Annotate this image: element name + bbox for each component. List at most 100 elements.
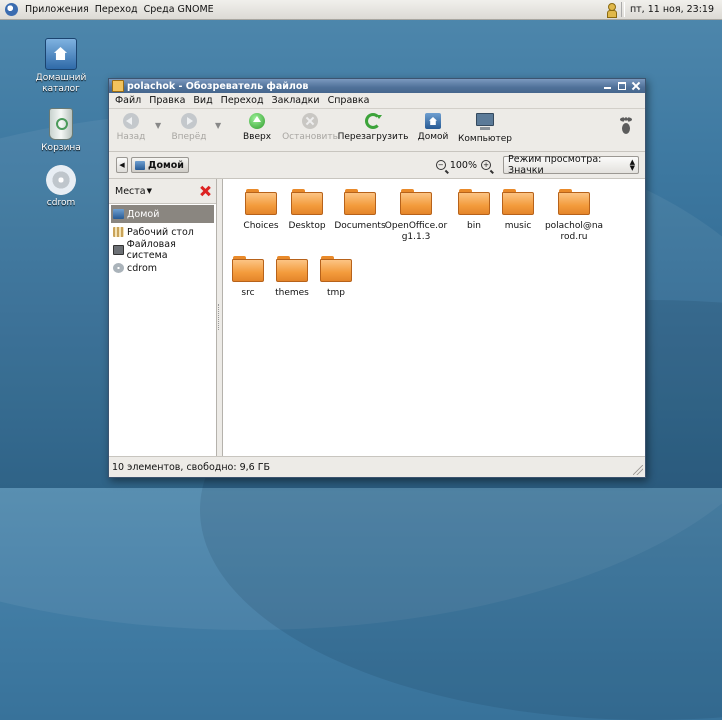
back-button[interactable]: Назад bbox=[111, 113, 151, 142]
home-icon bbox=[135, 160, 145, 170]
forward-label: Вперёд bbox=[171, 132, 207, 142]
zoom-out-icon[interactable]: − bbox=[435, 160, 446, 170]
sidebar-item-cdrom[interactable]: cdrom bbox=[109, 259, 216, 277]
folder-icon bbox=[558, 187, 590, 215]
toggle-location-button[interactable]: ◀ bbox=[116, 157, 128, 173]
folder-icon bbox=[320, 254, 352, 282]
trash-icon bbox=[49, 108, 73, 140]
user-icon[interactable] bbox=[606, 3, 617, 18]
desktop-icon-home[interactable]: Домашний каталог bbox=[31, 38, 91, 95]
desktop-icon-label: cdrom bbox=[46, 198, 76, 208]
folder-item[interactable]: polachol@na rod.ru bbox=[539, 187, 609, 243]
minimize-button[interactable] bbox=[604, 82, 612, 90]
menu-help[interactable]: Справка bbox=[324, 95, 374, 106]
desktop-icon-trash[interactable]: Корзина bbox=[31, 108, 91, 154]
panel-menu-places[interactable]: Переход bbox=[92, 4, 141, 15]
computer-button[interactable]: Компьютер bbox=[457, 113, 513, 144]
home-button[interactable]: Домой bbox=[413, 113, 453, 142]
cdrom-icon bbox=[46, 165, 76, 195]
forward-arrow-icon bbox=[181, 113, 197, 129]
zoom-level[interactable]: 100% bbox=[450, 160, 477, 171]
back-label: Назад bbox=[116, 132, 146, 142]
file-icon-view[interactable]: Choices Desktop Documents OpenOffice.or … bbox=[222, 179, 645, 456]
status-bar: 10 элементов, свободно: 9,6 ГБ bbox=[109, 456, 645, 477]
sidebar-item-filesystem[interactable]: Файловая система bbox=[109, 239, 216, 261]
window-folder-icon bbox=[112, 80, 124, 92]
zoom-control: − 100% + bbox=[435, 160, 491, 171]
location-bar: ◀ Домой − 100% + Режим просмотра: Значки… bbox=[109, 152, 645, 179]
status-text: 10 элементов, свободно: 9,6 ГБ bbox=[112, 461, 271, 473]
reload-label: Перезагрузить bbox=[337, 132, 409, 142]
gnome-foot-icon[interactable] bbox=[5, 3, 18, 16]
folder-icon bbox=[344, 187, 376, 215]
folder-icon bbox=[502, 187, 534, 215]
sidebar-item-label: cdrom bbox=[127, 262, 158, 274]
folder-icon bbox=[291, 187, 323, 215]
maximize-button[interactable] bbox=[618, 82, 626, 90]
sidebar-item-label: Рабочий стол bbox=[127, 226, 194, 238]
panel-menu-system[interactable]: Среда GNOME bbox=[141, 4, 217, 15]
folder-icon bbox=[400, 187, 432, 215]
home-label: Домой bbox=[417, 132, 449, 142]
up-button[interactable]: Вверх bbox=[235, 113, 279, 142]
stop-button[interactable]: Остановить bbox=[282, 113, 338, 142]
resize-grip[interactable] bbox=[633, 465, 643, 475]
panel-clock[interactable]: пт, 11 ноя, 23:19 bbox=[630, 4, 714, 15]
menu-bookmarks[interactable]: Закладки bbox=[268, 95, 324, 106]
home-folder-icon bbox=[45, 38, 77, 70]
window-title: polachok - Обозреватель файлов bbox=[127, 80, 309, 92]
up-label: Вверх bbox=[242, 132, 272, 142]
back-arrow-icon bbox=[123, 113, 139, 129]
toolbar: Назад ▼ Вперёд ▼ Вверх Остановить Переза… bbox=[109, 109, 645, 152]
sidebar-title[interactable]: Места bbox=[115, 186, 146, 197]
top-panel: Приложения Переход Среда GNOME пт, 11 но… bbox=[0, 0, 722, 20]
home-icon bbox=[113, 209, 124, 219]
panel-menu-applications[interactable]: Приложения bbox=[22, 4, 92, 15]
desktop-icon-label: Домашний каталог bbox=[35, 73, 87, 94]
sidebar-item-label: Файловая система bbox=[126, 239, 176, 261]
zoom-in-icon[interactable]: + bbox=[481, 160, 491, 170]
sidebar-item-home[interactable]: Домой bbox=[111, 205, 214, 223]
stop-label: Остановить bbox=[282, 132, 338, 142]
forward-button[interactable]: Вперёд bbox=[167, 113, 211, 142]
desktop-icon-cdrom[interactable]: cdrom bbox=[31, 165, 91, 209]
menu-edit[interactable]: Правка bbox=[145, 95, 189, 106]
chevron-down-icon[interactable]: ▼ bbox=[147, 187, 152, 195]
window-titlebar[interactable]: polachok - Обозреватель файлов bbox=[109, 79, 645, 93]
view-mode-value: Режим просмотра: Значки bbox=[508, 154, 602, 176]
filesystem-icon bbox=[113, 245, 124, 255]
menubar: Файл Правка Вид Переход Закладки Справка bbox=[109, 93, 645, 109]
back-history-dropdown[interactable]: ▼ bbox=[155, 121, 165, 130]
folder-label: polachol@na bbox=[544, 221, 604, 231]
sidebar-item-label: Домой bbox=[127, 208, 160, 220]
reload-icon bbox=[365, 113, 382, 129]
places-sidebar: Места ▼ Домой Рабочий стол Файловая сист… bbox=[109, 179, 217, 456]
file-browser-window: polachok - Обозреватель файлов Файл Прав… bbox=[108, 78, 646, 478]
view-mode-select[interactable]: Режим просмотра: Значки ▲ ▼ bbox=[503, 154, 639, 176]
desktop-icon bbox=[113, 227, 124, 237]
folder-label-line2: rod.ru bbox=[560, 232, 588, 242]
folder-item[interactable]: tmp bbox=[301, 254, 371, 299]
close-button[interactable] bbox=[632, 82, 640, 90]
folder-label-line2: g1.1.3 bbox=[401, 232, 431, 242]
folder-label: tmp bbox=[326, 288, 345, 298]
computer-label: Компьютер bbox=[458, 134, 512, 144]
content-area: Места ▼ Домой Рабочий стол Файловая сист… bbox=[109, 179, 645, 456]
menu-go[interactable]: Переход bbox=[217, 95, 268, 106]
menu-file[interactable]: Файл bbox=[111, 95, 145, 106]
computer-icon bbox=[476, 113, 494, 130]
panel-separator bbox=[620, 2, 625, 17]
close-sidebar-icon[interactable] bbox=[200, 186, 210, 196]
menu-view[interactable]: Вид bbox=[189, 95, 216, 106]
cdrom-icon bbox=[113, 263, 124, 273]
stop-icon bbox=[302, 113, 318, 129]
forward-history-dropdown[interactable]: ▼ bbox=[215, 121, 225, 130]
desktop-icon-label: Корзина bbox=[41, 143, 81, 153]
path-button-home[interactable]: Домой bbox=[131, 157, 189, 173]
gnome-throbber-icon bbox=[619, 117, 633, 135]
path-button-label: Домой bbox=[148, 159, 184, 171]
up-arrow-icon bbox=[249, 113, 265, 129]
sidebar-header: Места ▼ bbox=[109, 179, 216, 204]
chevron-updown-icon: ▲ ▼ bbox=[629, 158, 635, 172]
reload-button[interactable]: Перезагрузить bbox=[338, 113, 408, 142]
